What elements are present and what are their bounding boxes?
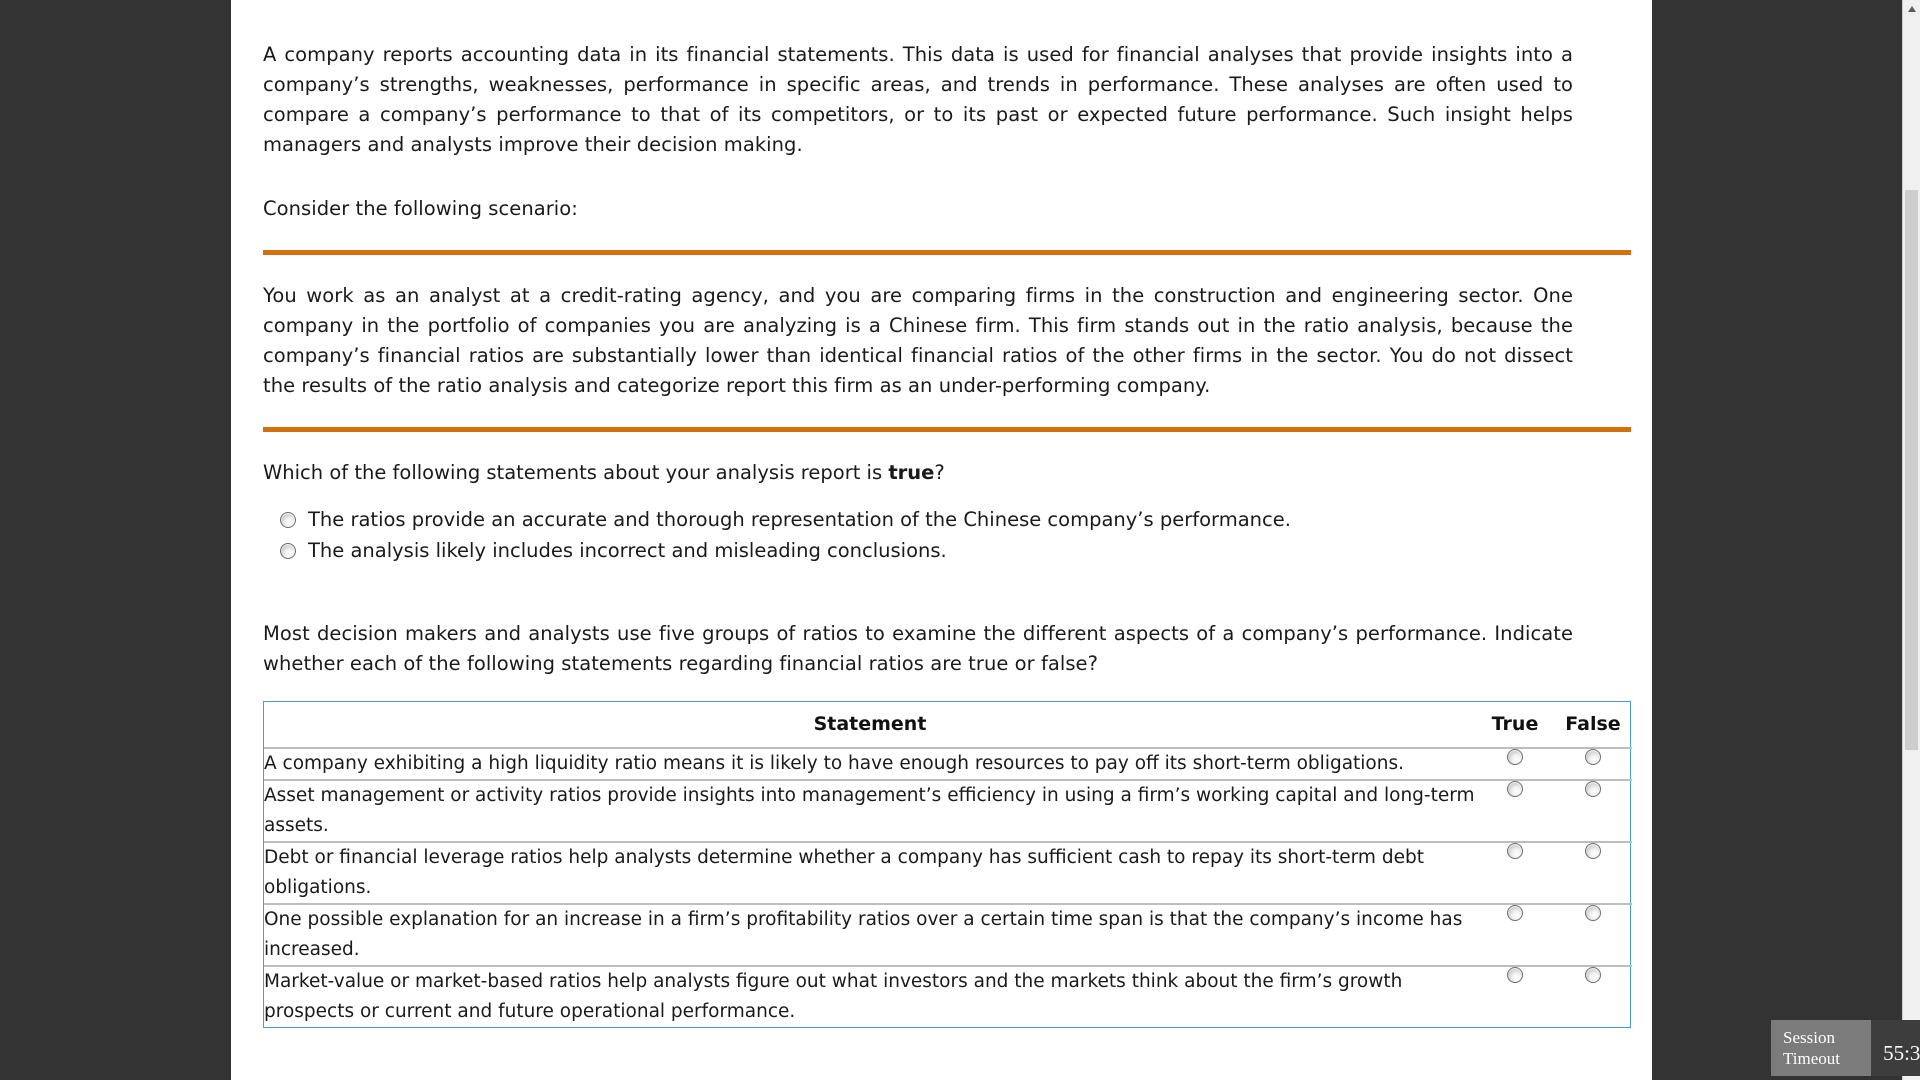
true-radio-cell[interactable] bbox=[1476, 904, 1554, 967]
false-radio-cell[interactable] bbox=[1554, 748, 1632, 781]
radio-button-icon[interactable] bbox=[280, 512, 296, 528]
radio-button-icon[interactable] bbox=[1585, 781, 1601, 797]
answer-option-list: The ratios provide an accurate and thoro… bbox=[263, 507, 1620, 564]
intro-paragraph: A company reports accounting data in its… bbox=[263, 43, 1573, 156]
true-radio-cell[interactable] bbox=[1476, 780, 1554, 843]
session-timeout-label: Session Timeout bbox=[1771, 1020, 1871, 1076]
session-label-line2: Timeout bbox=[1783, 1049, 1841, 1068]
radio-button-icon[interactable] bbox=[1585, 967, 1601, 983]
vertical-scrollbar[interactable] bbox=[1902, 0, 1920, 1080]
true-false-table: Statement True False A company exhibitin… bbox=[263, 701, 1632, 1028]
table-row: Asset management or activity ratios prov… bbox=[264, 780, 1632, 843]
question-text: Which of the following statements about … bbox=[263, 458, 1620, 488]
radio-button-icon[interactable] bbox=[1507, 905, 1523, 921]
false-radio-cell[interactable] bbox=[1554, 966, 1632, 1027]
radio-button-icon[interactable] bbox=[1507, 967, 1523, 983]
radio-button-icon[interactable] bbox=[1507, 749, 1523, 765]
question-suffix: ? bbox=[934, 461, 945, 484]
answer-option-2[interactable]: The analysis likely includes incorrect a… bbox=[280, 538, 1620, 564]
scenario-paragraph: You work as an analyst at a credit-ratin… bbox=[263, 284, 1573, 397]
scroll-up-arrow-icon bbox=[1908, 6, 1916, 12]
radio-button-icon[interactable] bbox=[1585, 843, 1601, 859]
column-header-false: False bbox=[1554, 702, 1632, 749]
document-pane: A company reports accounting data in its… bbox=[231, 0, 1652, 1080]
radio-button-icon[interactable] bbox=[1585, 749, 1601, 765]
scroll-up-button[interactable] bbox=[1903, 0, 1920, 18]
answer-option-1[interactable]: The ratios provide an accurate and thoro… bbox=[280, 507, 1620, 533]
table-row: Market-value or market-based ratios help… bbox=[264, 966, 1632, 1027]
scrollbar-thumb[interactable] bbox=[1905, 190, 1918, 750]
false-radio-cell[interactable] bbox=[1554, 904, 1632, 967]
session-timer-value: 55:30 bbox=[1883, 1041, 1920, 1065]
table-header-row: Statement True False bbox=[264, 702, 1632, 749]
false-radio-cell[interactable] bbox=[1554, 780, 1632, 843]
session-timeout-widget: Session Timeout 55:30 bbox=[1771, 1020, 1920, 1076]
radio-button-icon[interactable] bbox=[280, 543, 296, 559]
answer-option-label: The analysis likely includes incorrect a… bbox=[308, 539, 947, 562]
false-radio-cell[interactable] bbox=[1554, 842, 1632, 905]
statement-cell: A company exhibiting a high liquidity ra… bbox=[264, 748, 1476, 781]
true-radio-cell[interactable] bbox=[1476, 842, 1554, 905]
true-radio-cell[interactable] bbox=[1476, 966, 1554, 1027]
radio-button-icon[interactable] bbox=[1507, 843, 1523, 859]
column-header-statement: Statement bbox=[264, 702, 1476, 749]
session-label-line1: Session bbox=[1783, 1028, 1835, 1047]
question-prefix: Which of the following statements about … bbox=[263, 461, 889, 484]
table-row: Debt or financial leverage ratios help a… bbox=[264, 842, 1632, 905]
true-radio-cell[interactable] bbox=[1476, 748, 1554, 781]
document-content: A company reports accounting data in its… bbox=[231, 0, 1632, 1028]
left-chrome-gutter bbox=[0, 0, 231, 1080]
column-header-true: True bbox=[1476, 702, 1554, 749]
session-timer: 55:30 bbox=[1871, 1020, 1920, 1076]
statement-cell: Asset management or activity ratios prov… bbox=[264, 780, 1476, 843]
application-viewport: A company reports accounting data in its… bbox=[0, 0, 1920, 1080]
table-row: A company exhibiting a high liquidity ra… bbox=[264, 748, 1632, 781]
right-chrome-gutter bbox=[1652, 0, 1920, 1080]
statement-cell: One possible explanation for an increase… bbox=[264, 904, 1476, 967]
radio-button-icon[interactable] bbox=[1507, 781, 1523, 797]
statement-cell: Debt or financial leverage ratios help a… bbox=[264, 842, 1476, 905]
statement-cell: Market-value or market-based ratios help… bbox=[264, 971, 1403, 1022]
radio-button-icon[interactable] bbox=[1585, 905, 1601, 921]
table-intro-paragraph: Most decision makers and analysts use fi… bbox=[263, 622, 1573, 675]
answer-option-label: The ratios provide an accurate and thoro… bbox=[308, 508, 1291, 531]
scenario-prompt: Consider the following scenario: bbox=[263, 197, 578, 220]
question-emphasis: true bbox=[888, 461, 935, 484]
table-row: One possible explanation for an increase… bbox=[264, 904, 1632, 967]
